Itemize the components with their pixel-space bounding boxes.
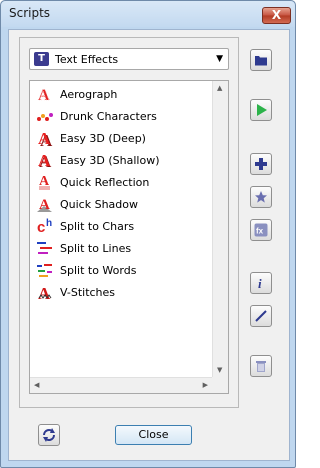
list-item-label: Drunk Characters — [60, 110, 157, 123]
list-item-label: Easy 3D (Deep) — [60, 132, 146, 145]
list-item-label: Quick Reflection — [60, 176, 150, 189]
svg-text:A: A — [38, 87, 50, 103]
list-item[interactable]: A V-Stitches — [36, 283, 211, 301]
window-close-button[interactable]: X — [262, 7, 291, 24]
v-stitches-icon: A — [38, 284, 52, 301]
list-item[interactable]: Split to Lines — [36, 239, 211, 257]
scroll-down-arrow-icon[interactable]: ▼ — [217, 366, 222, 374]
list-item-label: Split to Chars — [60, 220, 135, 233]
list-item-label: Aerograph — [60, 88, 118, 101]
refresh-button[interactable] — [38, 424, 60, 446]
split-to-lines-icon — [37, 242, 52, 254]
text-category-icon: T — [34, 52, 49, 66]
list-item-label: Easy 3D (Shallow) — [60, 154, 160, 167]
list-item-label: Split to Words — [60, 264, 137, 277]
plus-icon — [255, 158, 267, 170]
edit-script-button[interactable] — [250, 305, 272, 327]
list-item[interactable]: Drunk Characters — [36, 107, 211, 125]
easy-3d-deep-icon: A A — [38, 129, 53, 147]
scripts-list[interactable]: A Aerograph Drunk Characters A A Easy 3D… — [29, 80, 229, 394]
category-dropdown[interactable]: T Text Effects ▼ — [29, 48, 229, 70]
run-script-button[interactable] — [250, 99, 272, 121]
fx-icon: fx — [254, 223, 268, 237]
refresh-icon — [43, 428, 55, 442]
svg-text:h: h — [46, 218, 52, 229]
svg-text:i: i — [258, 276, 262, 290]
favorite-button[interactable] — [250, 186, 272, 208]
star-icon — [255, 191, 267, 203]
scroll-right-arrow-icon[interactable]: ▶ — [203, 381, 208, 389]
list-item[interactable]: A A Easy 3D (Shallow) — [36, 151, 211, 169]
aerograph-icon: A — [38, 87, 51, 103]
split-to-words-icon — [37, 264, 52, 277]
svg-text:c: c — [37, 219, 45, 235]
list-item[interactable]: c h Split to Chars — [36, 217, 211, 235]
quick-reflection-icon: A — [39, 174, 50, 190]
list-item[interactable]: A Aerograph — [36, 85, 211, 103]
pen-icon — [255, 310, 267, 322]
info-icon: i — [258, 276, 262, 290]
close-button[interactable]: Close — [115, 425, 192, 445]
list-item-label: Split to Lines — [60, 242, 132, 255]
svg-text:fx: fx — [256, 227, 264, 236]
drunk-characters-icon — [37, 113, 53, 121]
delete-script-button[interactable] — [250, 355, 272, 377]
horizontal-scrollbar[interactable]: ◀ ▶ — [30, 377, 212, 393]
list-item[interactable]: A Quick Shadow — [36, 195, 211, 213]
split-to-chars-icon: c h — [37, 218, 52, 235]
play-icon — [257, 104, 267, 116]
add-script-button[interactable] — [250, 153, 272, 175]
open-folder-button[interactable] — [250, 49, 272, 71]
chevron-down-icon: ▼ — [216, 54, 223, 64]
list-item[interactable]: Split to Words — [36, 261, 211, 279]
easy-3d-shallow-icon: A A — [38, 151, 52, 169]
info-button[interactable]: i — [250, 272, 272, 294]
scroll-up-arrow-icon[interactable]: ▲ — [217, 84, 222, 92]
svg-text:A: A — [38, 151, 51, 169]
window-title: Scripts — [9, 6, 51, 20]
scrollbar-corner — [212, 377, 228, 393]
scroll-left-arrow-icon[interactable]: ◀ — [34, 381, 39, 389]
list-item-label: V-Stitches — [60, 286, 116, 299]
svg-text:A: A — [38, 129, 51, 147]
quick-shadow-icon: A — [37, 197, 52, 213]
svg-text:A: A — [39, 197, 50, 213]
list-item[interactable]: A Quick Reflection — [36, 173, 211, 191]
folder-icon — [255, 56, 267, 66]
function-button[interactable]: fx — [250, 219, 272, 241]
vertical-scrollbar[interactable]: ▲ ▼ — [212, 81, 228, 377]
trash-icon — [256, 361, 266, 372]
category-selected-label: Text Effects — [55, 53, 119, 66]
title-bar[interactable]: Scripts X — [1, 1, 295, 27]
list-item-label: Quick Shadow — [60, 198, 139, 211]
svg-text:A: A — [38, 284, 51, 301]
list-item[interactable]: A A Easy 3D (Deep) — [36, 129, 211, 147]
